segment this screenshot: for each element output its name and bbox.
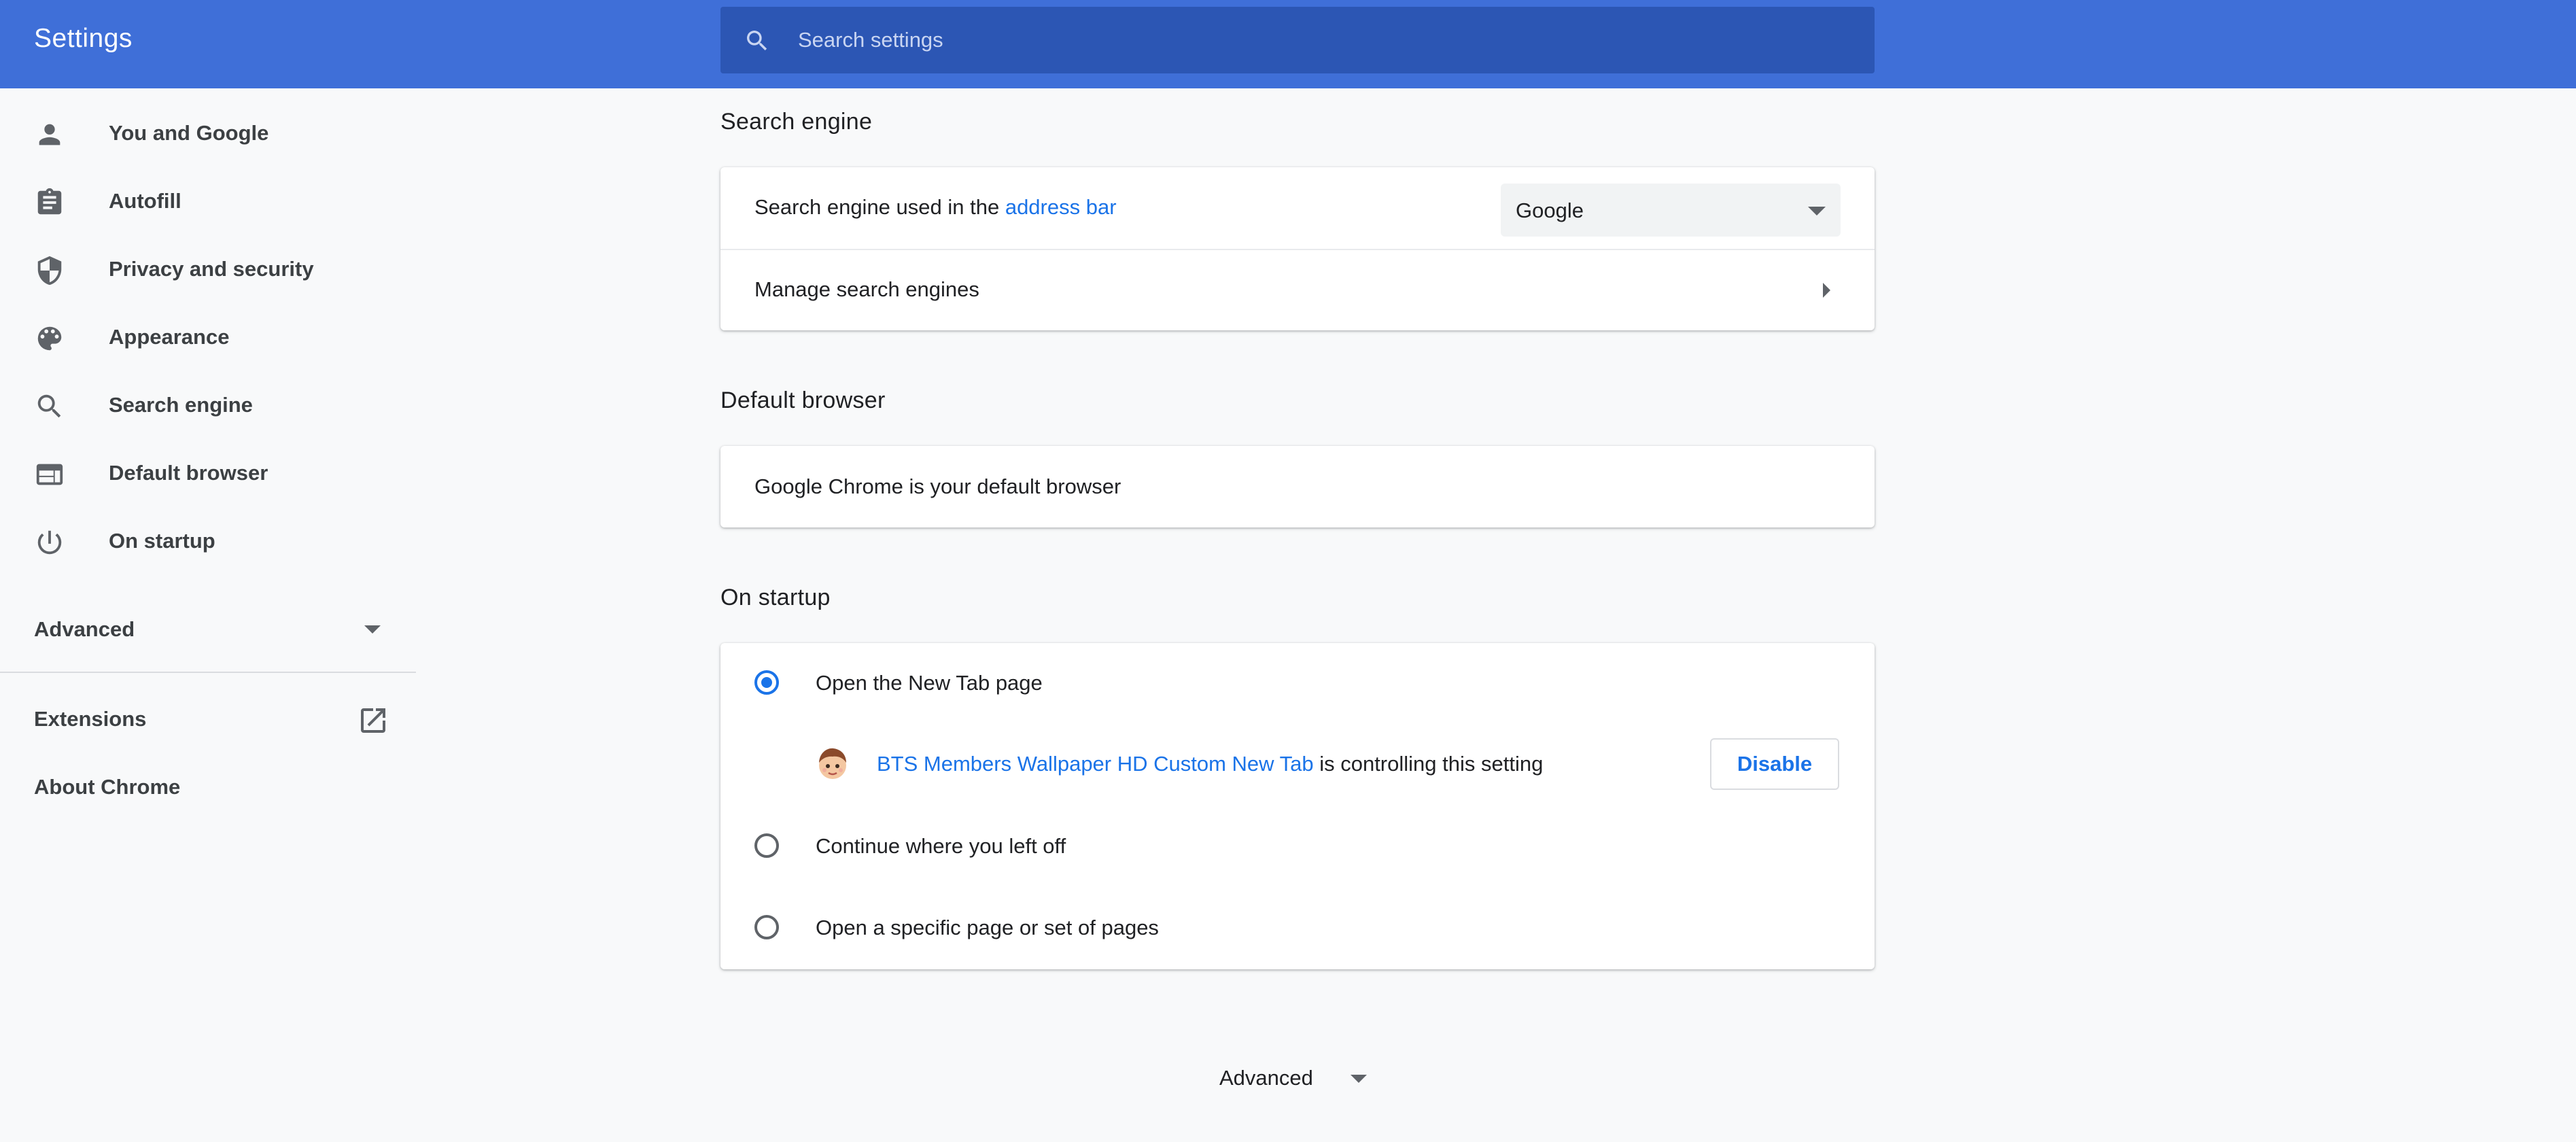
- search-engine-select[interactable]: Google: [1501, 184, 1841, 237]
- sidebar-item-privacy-and-security[interactable]: Privacy and security: [0, 238, 416, 299]
- search-engine-card: Search engine used in the address bar Go…: [720, 167, 1875, 330]
- clipboard-icon: [34, 187, 65, 218]
- search-input[interactable]: [798, 7, 1845, 73]
- sidebar-item-label: On startup: [109, 529, 215, 553]
- search-engine-row: Search engine used in the address bar Go…: [720, 167, 1875, 249]
- manage-search-engines-label: Manage search engines: [754, 277, 979, 301]
- search-icon: [744, 27, 771, 54]
- sidebar-item-label: You and Google: [109, 121, 269, 145]
- sidebar-item-autofill[interactable]: Autofill: [0, 170, 416, 231]
- search-box[interactable]: [720, 7, 1875, 73]
- radio-specific-pages[interactable]: [754, 915, 779, 939]
- radio-label-continue-where-left-off[interactable]: Continue where you left off: [816, 834, 1066, 859]
- page-title: Settings: [34, 24, 133, 53]
- sidebar-item-label: Appearance: [109, 325, 230, 349]
- chevron-down-icon: [1808, 207, 1826, 215]
- extension-controlling-text: BTS Members Wallpaper HD Custom New Tab …: [877, 752, 1543, 776]
- open-in-new-icon: [357, 704, 389, 737]
- sidebar-item-label: Extensions: [34, 707, 147, 731]
- search-engine-section-title: Search engine: [720, 109, 873, 135]
- sidebar-advanced-toggle[interactable]: Advanced: [0, 598, 416, 659]
- person-icon: [34, 119, 65, 150]
- browser-window-icon: [34, 459, 65, 490]
- sidebar-item-label: Search engine: [109, 393, 253, 417]
- radio-label-specific-pages[interactable]: Open a specific page or set of pages: [816, 916, 1159, 940]
- default-browser-status: Google Chrome is your default browser: [754, 474, 1121, 498]
- search-icon: [34, 391, 65, 422]
- manage-search-engines-row[interactable]: Manage search engines: [720, 250, 1875, 330]
- power-icon: [34, 527, 65, 558]
- shield-icon: [34, 255, 65, 286]
- sidebar-item-on-startup[interactable]: On startup: [0, 510, 416, 571]
- sidebar-item-you-and-google[interactable]: You and Google: [0, 102, 416, 163]
- palette-icon: [34, 323, 65, 354]
- sidebar-item-default-browser[interactable]: Default browser: [0, 442, 416, 503]
- on-startup-section-title: On startup: [720, 585, 831, 610]
- top-bar: Settings: [0, 0, 2576, 88]
- search-engine-row-label: Search engine used in the address bar: [754, 195, 1117, 220]
- sidebar-item-label: About Chrome: [34, 775, 181, 799]
- search-engine-selected-value: Google: [1516, 198, 1584, 222]
- sidebar-divider: [0, 672, 416, 673]
- sidebar-item-label: Privacy and security: [109, 257, 314, 281]
- chevron-down-icon: [364, 625, 381, 634]
- on-startup-card: Open the New Tab page BTS Members Wallpa…: [720, 643, 1875, 969]
- sidebar-item-extensions[interactable]: Extensions: [0, 688, 416, 749]
- sidebar-advanced-label: Advanced: [34, 617, 135, 641]
- radio-new-tab-page[interactable]: [754, 670, 779, 695]
- default-browser-card: Google Chrome is your default browser: [720, 446, 1875, 527]
- advanced-settings-toggle[interactable]: Advanced: [1203, 1058, 1380, 1098]
- sidebar-item-search-engine[interactable]: Search engine: [0, 374, 416, 435]
- sidebar: You and Google Autofill Privacy and secu…: [0, 88, 416, 1142]
- radio-label-new-tab-page[interactable]: Open the New Tab page: [816, 671, 1043, 695]
- sidebar-item-label: Default browser: [109, 461, 268, 485]
- radio-continue-where-left-off[interactable]: [754, 833, 779, 858]
- extension-name-link[interactable]: BTS Members Wallpaper HD Custom New Tab: [877, 752, 1314, 776]
- address-bar-link[interactable]: address bar: [1005, 195, 1117, 219]
- default-browser-section-title: Default browser: [720, 387, 886, 413]
- sidebar-item-about-chrome[interactable]: About Chrome: [0, 756, 416, 817]
- extension-avatar-icon: [814, 745, 851, 782]
- sidebar-item-label: Autofill: [109, 189, 181, 213]
- search-engine-used-text: Search engine used in the: [754, 195, 1005, 219]
- extension-controlling-suffix: is controlling this setting: [1313, 752, 1544, 776]
- disable-extension-button[interactable]: Disable: [1710, 738, 1839, 790]
- chevron-right-icon: [1823, 283, 1830, 298]
- sidebar-item-appearance[interactable]: Appearance: [0, 306, 416, 367]
- advanced-settings-label: Advanced: [1219, 1066, 1313, 1090]
- chevron-down-icon: [1351, 1075, 1367, 1083]
